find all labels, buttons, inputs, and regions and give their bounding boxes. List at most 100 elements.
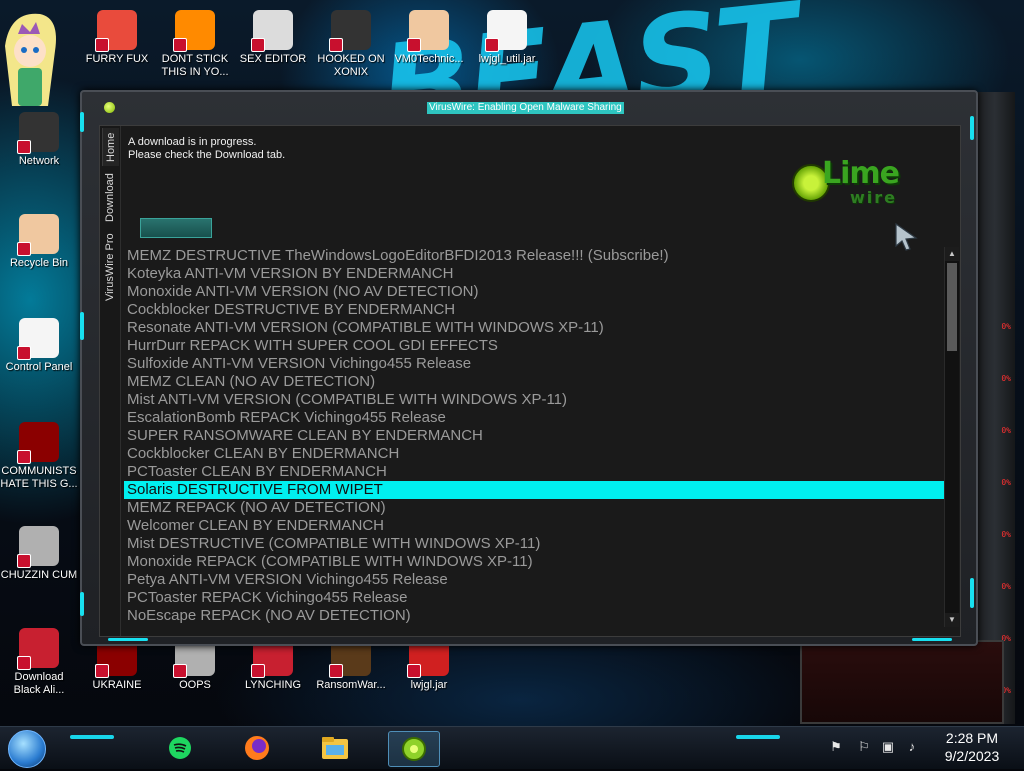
shortcut-arrow-icon	[17, 450, 31, 464]
list-item-selected[interactable]: Solaris DESTRUCTIVE FROM WIPET	[124, 481, 944, 499]
list-item[interactable]: MEMZ DESTRUCTIVE TheWindowsLogoEditorBFD…	[124, 247, 944, 265]
desktop-icon-label: CHUZZIN CUM	[0, 569, 78, 581]
download-status-message: A download is in progress. Please check …	[128, 136, 285, 162]
taskbar-file-explorer[interactable]	[310, 731, 360, 765]
shortcut-arrow-icon	[17, 140, 31, 154]
desktop-icon[interactable]: HOOKED ON XONIX	[312, 10, 390, 79]
recycle-bin-icon	[17, 214, 59, 256]
shortcut-arrow-icon	[407, 38, 421, 52]
list-item[interactable]: Petya ANTI-VM VERSION Vichingo455 Releas…	[124, 571, 944, 589]
scroll-up-arrow-icon[interactable]: ▲	[945, 247, 959, 261]
frame-accent	[970, 578, 974, 608]
taskbar-accent	[70, 735, 114, 739]
list-item[interactable]: PCToaster REPACK Vichingo455 Release	[124, 589, 944, 607]
chuzzle-icon	[17, 526, 59, 568]
frame-accent	[970, 116, 974, 140]
taskbar: ⚑ ⚐ ▣ ♪ 2:28 PM 9/2/2023	[0, 726, 1024, 769]
mouse-cursor-icon	[894, 222, 918, 257]
desktop-icon[interactable]: CHUZZIN CUM	[0, 526, 78, 582]
frame-accent	[80, 312, 84, 340]
desktop-icon[interactable]: COMMUNISTS HATE THIS G...	[0, 422, 78, 491]
desktop-icon-label: LYNCHING	[244, 679, 302, 691]
shortcut-arrow-icon	[407, 664, 421, 678]
desktop-icon-label: Network	[18, 155, 60, 167]
hud-readout: 0%	[1001, 374, 1011, 383]
status-line-2: Please check the Download tab.	[128, 149, 286, 161]
list-item[interactable]: NoEscape REPACK (NO AV DETECTION)	[124, 607, 944, 625]
tab-home[interactable]: Home	[102, 128, 119, 166]
tab-download[interactable]: Download	[102, 170, 118, 226]
list-item[interactable]: MEMZ CLEAN (NO AV DETECTION)	[124, 373, 944, 391]
desktop-icon[interactable]: VM0Technic...	[390, 10, 468, 66]
tab-viruswire-pro[interactable]: VirusWire Pro	[102, 230, 118, 304]
network-icon[interactable]: ▣	[880, 739, 896, 755]
scrollbar-thumb[interactable]	[947, 263, 957, 351]
desktop-icon-label: RansomWar...	[316, 679, 386, 691]
frame-accent	[80, 592, 84, 616]
viruswire-window[interactable]: VirusWire: Enabling Open Malware Sharing…	[80, 90, 978, 646]
logo-text-lime: Lime	[822, 156, 900, 191]
hud-readout: 0%	[1001, 322, 1011, 331]
desktop-icon-label: lwjgl_util.jar	[478, 53, 536, 65]
list-scrollbar[interactable]: ▲ ▼	[944, 247, 959, 627]
shortcut-arrow-icon	[95, 38, 109, 52]
control-panel-icon	[17, 318, 59, 360]
clock-time: 2:28 PM	[945, 730, 999, 746]
list-item[interactable]: Resonate ANTI-VM VERSION (COMPATIBLE WIT…	[124, 319, 944, 337]
list-item[interactable]: Cockblocker DESTRUCTIVE BY ENDERMANCH	[124, 301, 944, 319]
list-item[interactable]: MEMZ REPACK (NO AV DETECTION)	[124, 499, 944, 517]
list-item[interactable]: Monoxide ANTI-VM VERSION (NO AV DETECTIO…	[124, 283, 944, 301]
list-item[interactable]: Sulfoxide ANTI-VM VERSION Vichingo455 Re…	[124, 355, 944, 373]
list-item[interactable]: SUPER RANSOMWARE CLEAN BY ENDERMANCH	[124, 427, 944, 445]
list-item[interactable]: PCToaster CLEAN BY ENDERMANCH	[124, 463, 944, 481]
list-item[interactable]: Koteyka ANTI-VM VERSION BY ENDERMANCH	[124, 265, 944, 283]
desktop-icon-label: COMMUNISTS HATE THIS G...	[0, 465, 78, 490]
shortcut-arrow-icon	[173, 664, 187, 678]
list-item[interactable]: Mist DESTRUCTIVE (COMPATIBLE WITH WINDOW…	[124, 535, 944, 553]
xonix-game-icon	[329, 10, 371, 52]
shortcut-arrow-icon	[17, 242, 31, 256]
taskbar-limewire[interactable]	[388, 731, 440, 767]
limewire-app-icon	[104, 102, 115, 113]
desktop-icon[interactable]: Recycle Bin	[0, 214, 78, 270]
scroll-down-arrow-icon[interactable]: ▼	[945, 613, 959, 627]
taskbar-spotify[interactable]	[155, 731, 205, 765]
black-orb-icon	[17, 628, 59, 670]
system-clock[interactable]: 2:28 PM 9/2/2023	[932, 729, 1012, 765]
desktop-icon[interactable]: Network	[0, 112, 78, 168]
shortcut-arrow-icon	[329, 664, 343, 678]
file-explorer-icon	[322, 737, 348, 759]
list-item[interactable]: Mist ANTI-VM VERSION (COMPATIBLE WITH WI…	[124, 391, 944, 409]
desktop-icon[interactable]: FURRY FUX	[78, 10, 156, 66]
shortcut-arrow-icon	[173, 38, 187, 52]
download-button[interactable]	[140, 218, 212, 238]
list-item[interactable]: Welcomer CLEAN BY ENDERMANCH	[124, 517, 944, 535]
volume-icon[interactable]: ♪	[904, 739, 920, 755]
list-item[interactable]: Monoxide REPACK (COMPATIBLE WITH WINDOWS…	[124, 553, 944, 571]
desktop-icon-label: Control Panel	[5, 361, 73, 373]
hxd-editor-icon	[251, 10, 293, 52]
list-item[interactable]: Cockblocker CLEAN BY ENDERMANCH	[124, 445, 944, 463]
desktop-icon-label: Recycle Bin	[9, 257, 69, 269]
desktop-icon-label: FURRY FUX	[85, 53, 149, 65]
window-titlebar[interactable]: VirusWire: Enabling Open Malware Sharing	[82, 92, 976, 120]
window-title: VirusWire: Enabling Open Malware Sharing	[427, 102, 624, 114]
desktop-icon[interactable]: lwjgl_util.jar	[468, 10, 546, 66]
spotify-icon	[169, 737, 191, 759]
flag-icon[interactable]: ⚐	[856, 739, 872, 755]
status-line-1: A download is in progress.	[128, 136, 257, 148]
taskbar-firefox[interactable]	[232, 731, 282, 765]
desktop-icon[interactable]: SEX EDITOR	[234, 10, 312, 66]
money-bag-icon	[17, 422, 59, 464]
malware-list[interactable]: MEMZ DESTRUCTIVE TheWindowsLogoEditorBFD…	[124, 247, 944, 627]
desktop-icon[interactable]: DONT STICK THIS IN YO...	[156, 10, 234, 79]
list-item[interactable]: HurrDurr REPACK WITH SUPER COOL GDI EFFE…	[124, 337, 944, 355]
desktop-icon[interactable]: Control Panel	[0, 318, 78, 374]
desktop-icon-label: OOPS	[179, 679, 211, 691]
desktop-icon[interactable]: Download Black Ali...	[0, 628, 78, 697]
firefox-icon	[95, 10, 137, 52]
clock-date: 9/2/2023	[944, 748, 1000, 764]
start-button[interactable]	[8, 730, 46, 768]
list-item[interactable]: EscalationBomb REPACK Vichingo455 Releas…	[124, 409, 944, 427]
language-icon[interactable]: ⚑	[828, 739, 844, 755]
